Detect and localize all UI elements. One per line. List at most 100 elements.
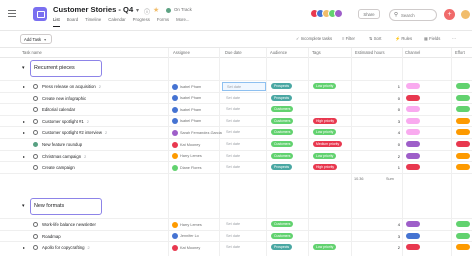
task-name[interactable]: Apollo for copycrafting 2 — [42, 245, 90, 250]
expand-subtasks-icon[interactable]: ▸ — [23, 130, 25, 135]
complete-checkbox-icon[interactable] — [33, 130, 38, 136]
complete-checkbox-icon[interactable] — [33, 84, 38, 89]
audience-pill[interactable]: Customers — [271, 221, 294, 227]
audience-pill[interactable]: Prospects — [271, 244, 293, 251]
info-icon[interactable]: ⓘ — [144, 7, 150, 16]
effort-pill[interactable] — [456, 164, 470, 171]
effort-pill[interactable] — [456, 221, 470, 227]
estimated-hours-value[interactable]: 4 — [384, 130, 400, 135]
estimated-hours-value[interactable]: 1 — [384, 84, 400, 89]
channel-pill[interactable] — [406, 221, 420, 227]
project-status[interactable]: On Track — [174, 7, 192, 12]
incomplete-tasks-filter[interactable]: ✓ Incomplete tasks — [296, 36, 332, 41]
assignee-cell[interactable]: Harry Lemes — [172, 153, 202, 160]
add-task-button[interactable]: Add Task ▾ — [20, 34, 52, 44]
chevron-down-icon[interactable]: ▾ — [136, 7, 139, 14]
column-header-channel[interactable]: Channel — [405, 50, 420, 55]
search-box[interactable]: ⚲ — [389, 9, 437, 21]
member-avatars[interactable] — [310, 9, 343, 18]
assignee-cell[interactable]: Harry Lemes — [172, 221, 202, 228]
subtask-count[interactable]: 2 — [99, 85, 101, 89]
estimated-hours-value[interactable]: 0 — [384, 96, 400, 101]
effort-pill[interactable] — [456, 106, 470, 113]
filter-button[interactable]: ≡ Filter — [342, 36, 355, 41]
star-icon[interactable]: ★ — [153, 6, 159, 14]
column-header-due-date[interactable]: Due date — [225, 50, 242, 55]
task-row[interactable]: ▸ Apollo for copycrafting 2 Kat Mooney Set d… — [0, 241, 472, 252]
fields-button[interactable]: ▦ Fields — [424, 36, 440, 41]
channel-pill[interactable] — [406, 83, 420, 89]
task-name[interactable]: Create new infographic — [42, 96, 86, 101]
assignee-cell[interactable]: Isabel Pham — [172, 83, 201, 90]
complete-checkbox-icon[interactable] — [33, 118, 38, 124]
assignee-cell[interactable]: Isabel Pham — [172, 106, 201, 113]
rules-button[interactable]: ⚡ Rules — [395, 36, 412, 42]
section-title[interactable]: Recurrent pieces — [34, 65, 75, 71]
audience-pill[interactable]: Customers — [271, 106, 294, 113]
due-date-cell[interactable]: Set date — [222, 117, 266, 126]
audience-pill[interactable]: Customers — [271, 152, 294, 159]
search-input[interactable] — [401, 12, 435, 19]
audience-pill[interactable]: Customers — [271, 117, 294, 124]
avatar[interactable] — [334, 9, 343, 18]
task-name[interactable]: Editorial calendar — [42, 107, 75, 112]
task-name[interactable]: Christmas campaign 2 — [42, 154, 86, 159]
estimated-hours-value[interactable]: 3 — [384, 119, 400, 124]
expand-subtasks-icon[interactable]: ▸ — [23, 119, 25, 124]
channel-pill[interactable] — [406, 152, 420, 159]
share-button[interactable]: Share — [358, 9, 380, 19]
subtask-count[interactable]: 2 — [105, 131, 107, 135]
task-name[interactable]: New feature roundup — [42, 142, 82, 147]
effort-pill[interactable] — [456, 117, 470, 124]
due-date-cell[interactable]: Set date — [222, 152, 266, 161]
assignee-cell[interactable]: Sarah Fernandez-Garcia — [172, 129, 222, 136]
due-date-cell[interactable]: Set date — [222, 82, 266, 91]
task-row[interactable]: ▸ Press release on acquisition 2 Isabel Pha… — [0, 80, 472, 91]
effort-pill[interactable] — [456, 141, 470, 147]
column-header-task-name[interactable]: Task name — [22, 50, 42, 55]
due-date-cell[interactable]: Set date — [222, 220, 266, 229]
estimated-hours-value[interactable]: 0 — [384, 142, 400, 147]
estimated-hours-value[interactable]: 2 — [384, 245, 400, 250]
assignee-cell[interactable]: Diane Flores — [172, 164, 202, 171]
channel-pill[interactable] — [406, 141, 420, 147]
sort-button[interactable]: ⇅ Sort — [369, 36, 381, 41]
complete-checkbox-icon[interactable] — [33, 142, 38, 147]
tab-forms[interactable]: Forms — [157, 17, 169, 27]
effort-pill[interactable] — [456, 129, 470, 136]
tab-board[interactable]: Board — [67, 17, 78, 27]
task-row[interactable]: Editorial calendar Isabel Pham Set date Cus… — [0, 103, 472, 114]
more-options-icon[interactable]: ⋯ — [452, 36, 456, 41]
complete-checkbox-icon[interactable] — [33, 233, 38, 239]
estimated-hours-value[interactable]: 2 — [384, 154, 400, 159]
due-date-cell[interactable]: Set date — [222, 105, 266, 114]
complete-checkbox-icon[interactable] — [33, 107, 38, 113]
column-header-estimated-hours[interactable]: Estimated hours — [355, 50, 385, 55]
due-date-cell[interactable]: Set date — [222, 94, 266, 103]
task-row[interactable]: Work-life balance newsletter Harry Lemes S… — [0, 218, 472, 229]
audience-pill[interactable]: Customers — [271, 141, 294, 147]
tag-pill[interactable]: Low priority — [313, 83, 337, 89]
chevron-down-icon[interactable]: ▾ — [22, 203, 25, 209]
estimated-hours-value[interactable]: 4 — [384, 222, 400, 227]
task-row[interactable]: Roadmap Jennifer Lo Set date Customers 3 — [0, 229, 472, 241]
tag-pill[interactable]: Low priority — [313, 152, 337, 159]
column-header-effort[interactable]: Effort — [455, 50, 465, 55]
estimated-hours-value[interactable]: 3 — [384, 234, 400, 239]
task-row[interactable]: ▸ Customer spotlight #1 2 Isabel Pham Set da… — [0, 114, 472, 126]
effort-pill[interactable] — [456, 94, 470, 101]
channel-pill[interactable] — [406, 232, 420, 239]
channel-pill[interactable] — [406, 117, 420, 124]
subtask-count[interactable]: 2 — [88, 246, 90, 250]
tag-pill[interactable]: High priority — [313, 164, 338, 171]
audience-pill[interactable]: Customers — [271, 129, 294, 136]
tab-more[interactable]: More... — [176, 17, 189, 27]
task-row[interactable]: ▸ Christmas campaign 2 Harry Lemes Set date C… — [0, 149, 472, 161]
audience-pill[interactable]: Prospects — [271, 164, 293, 171]
tag-pill[interactable]: Low priority — [313, 129, 337, 136]
channel-pill[interactable] — [406, 244, 420, 251]
effort-pill[interactable] — [456, 232, 470, 239]
assignee-cell[interactable]: Jennifer Lo — [172, 233, 199, 240]
task-name[interactable]: Create campaign — [42, 165, 75, 170]
help-avatar[interactable] — [461, 10, 470, 19]
